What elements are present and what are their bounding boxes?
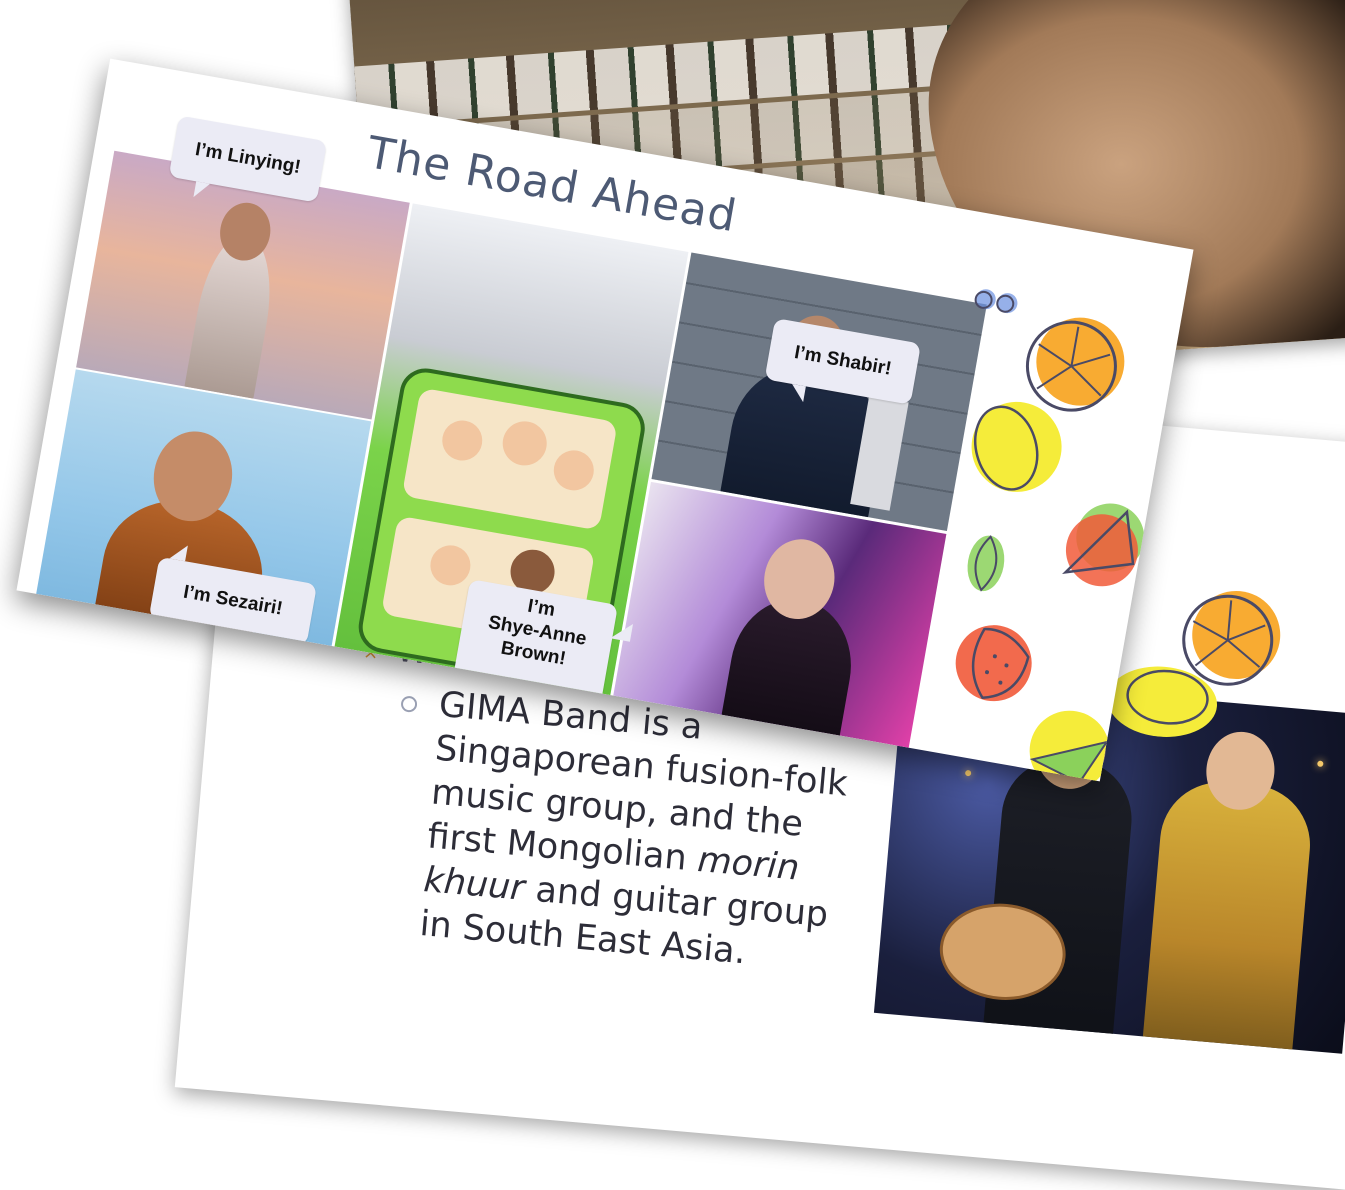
bullet-description: GIMA Band is a Singaporean fusion-folk m…	[418, 684, 850, 973]
city-light	[964, 769, 972, 777]
lemon-icon	[971, 401, 1062, 492]
guitarist-figure	[982, 753, 1137, 1044]
leaf-icon	[967, 535, 1005, 592]
bullet-circle-icon	[400, 695, 418, 713]
shabir-photo	[651, 252, 987, 532]
morin-khuur-player-figure	[1142, 777, 1315, 1054]
city-light	[1317, 760, 1324, 768]
